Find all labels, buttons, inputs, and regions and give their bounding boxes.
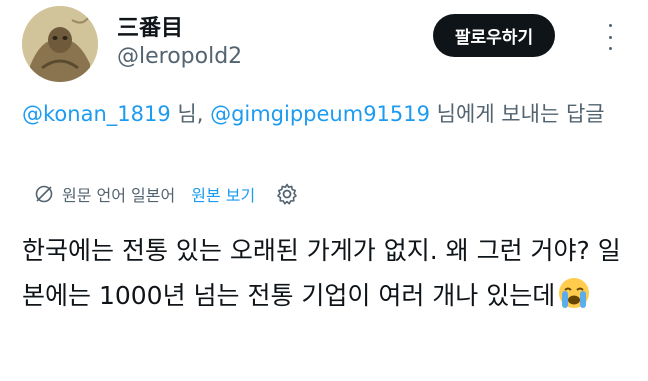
mention-link[interactable]: @gimgippeum91519 xyxy=(210,102,430,126)
reply-context: @konan_1819 님, @gimgippeum91519 님에게 보내는 … xyxy=(22,96,632,132)
tweet-body: 한국에는 전통 있는 오래된 가게가 없지. 왜 그런 거야? 일본에는 100… xyxy=(22,236,621,310)
view-original-link[interactable]: 원본 보기 xyxy=(191,182,255,206)
tweet-text: 한국에는 전통 있는 오래된 가게가 없지. 왜 그런 거야? 일본에는 100… xyxy=(22,228,632,318)
avatar-image xyxy=(22,6,98,82)
more-options-icon[interactable] xyxy=(605,24,615,50)
avatar[interactable] xyxy=(22,6,98,82)
translation-bar: 원문 언어 일본어 원본 보기 xyxy=(34,180,299,208)
reply-separator: 님, xyxy=(170,102,211,126)
translation-language-label: 원문 언어 일본어 xyxy=(62,186,176,205)
display-name[interactable]: 三番目 xyxy=(117,10,183,42)
loudly-crying-face-emoji-icon xyxy=(557,276,591,310)
mention-link[interactable]: @konan_1819 xyxy=(22,102,171,126)
globe-slash-icon xyxy=(34,184,54,204)
follow-button[interactable]: 팔로우하기 xyxy=(433,14,555,57)
reply-suffix: 님에게 보내는 답글 xyxy=(430,102,605,126)
gear-icon[interactable] xyxy=(275,182,299,206)
user-handle[interactable]: @leropold2 xyxy=(117,44,242,69)
